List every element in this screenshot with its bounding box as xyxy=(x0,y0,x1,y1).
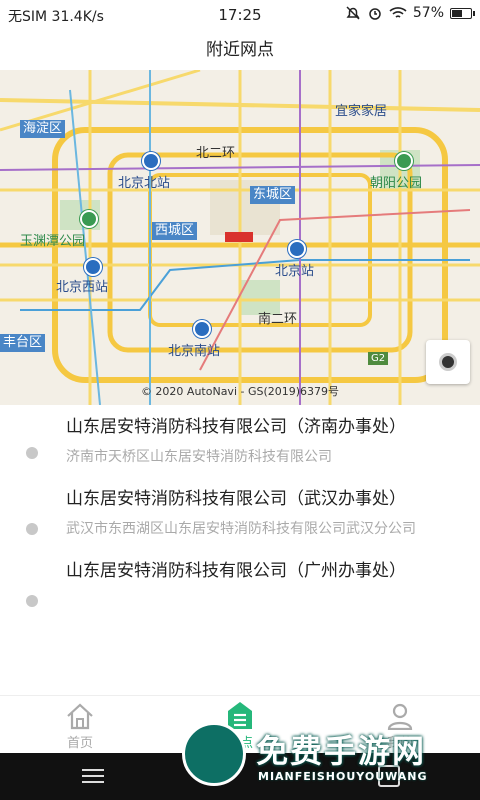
branch-list[interactable]: 山东居安特消防科技有限公司（济南办事处） 济南市天桥区山东居安特消防科技有限公司… xyxy=(0,405,480,695)
battery-icon xyxy=(450,7,475,19)
branch-name: 山东居安特消防科技有限公司（济南办事处） xyxy=(66,417,406,437)
list-item[interactable]: 山东居安特消防科技有限公司（武汉办事处） 武汉市东西湖区山东居安特消防科技有限公… xyxy=(0,477,480,549)
branch-name: 山东居安特消防科技有限公司（武汉办事处） xyxy=(66,489,406,509)
bullet-icon xyxy=(26,595,38,607)
map-label-yuyuantan: 玉渊潭公园 xyxy=(20,234,86,249)
locate-button[interactable] xyxy=(426,340,470,384)
watermark-subtitle: MIANFEISHOUYOUWANG xyxy=(258,770,428,783)
map-label-yijiajiaju: 宜家家居 xyxy=(335,104,388,119)
map-label-chaoyang: 朝阳公园 xyxy=(370,176,423,191)
map-view[interactable]: 海淀区 宜家家居 北二环 北京北站 朝阳公园 东城区 西城区 玉渊潭公园 北京站… xyxy=(0,70,480,405)
status-icons: 57% xyxy=(345,5,475,21)
menu-icon[interactable] xyxy=(82,769,104,787)
map-label-dongcheng: 东城区 xyxy=(250,186,296,204)
map-label-g2: G2 xyxy=(368,352,389,365)
bullet-icon xyxy=(26,447,38,459)
watermark: 免费手游网 MIANFEISHOUYOUWANG xyxy=(180,720,480,800)
list-item[interactable]: 山东居安特消防科技有限公司（济南办事处） 济南市天桥区山东居安特消防科技有限公司 xyxy=(0,405,480,477)
watermark-logo-icon xyxy=(182,722,246,786)
wifi-icon xyxy=(389,7,407,18)
branch-name: 山东居安特消防科技有限公司（广州办事处） xyxy=(66,561,406,581)
map-label-beijingzhan: 北京站 xyxy=(275,264,315,279)
park-icon[interactable] xyxy=(395,152,413,170)
watermark-title: 免费手游网 xyxy=(256,732,427,770)
map-label-fengtai: 丰台区 xyxy=(0,334,46,352)
status-bar: 无SIM 31.4K/s 17:25 57% xyxy=(0,0,480,30)
map-label-beijingxi: 北京西站 xyxy=(56,280,109,295)
park-icon[interactable] xyxy=(80,210,98,228)
list-item[interactable]: 山东居安特消防科技有限公司（广州办事处） xyxy=(0,549,480,607)
tab-home-label: 首页 xyxy=(66,736,93,751)
branch-address: 武汉市东西湖区山东居安特消防科技有限公司武汉分公司 xyxy=(66,521,416,537)
home-icon xyxy=(67,703,93,730)
station-icon[interactable] xyxy=(193,320,211,338)
map-label-nanerhuan: 南二环 xyxy=(258,312,298,327)
map-copyright: © 2020 AutoNavi - GS(2019)6379号 xyxy=(140,385,340,398)
map-label-beijingnan: 北京南站 xyxy=(168,344,221,359)
branch-address: 济南市天桥区山东居安特消防科技有限公司 xyxy=(66,449,332,465)
station-icon[interactable] xyxy=(288,240,306,258)
page-title: 附近网点 xyxy=(206,40,274,60)
tab-home[interactable]: 首页 xyxy=(20,696,140,754)
alarm-icon xyxy=(369,8,381,20)
station-icon[interactable] xyxy=(84,258,102,276)
map-label-haidian: 海淀区 xyxy=(20,120,66,138)
map-label-xicheng: 西城区 xyxy=(152,222,198,240)
map-label-beierhuan: 北二环 xyxy=(196,146,236,161)
bullet-icon xyxy=(26,523,38,535)
map-label-beijingbei: 北京北站 xyxy=(118,176,171,191)
mute-icon xyxy=(346,6,360,20)
locate-icon xyxy=(439,353,457,371)
station-icon[interactable] xyxy=(142,152,160,170)
battery-percent: 57% xyxy=(412,5,444,21)
